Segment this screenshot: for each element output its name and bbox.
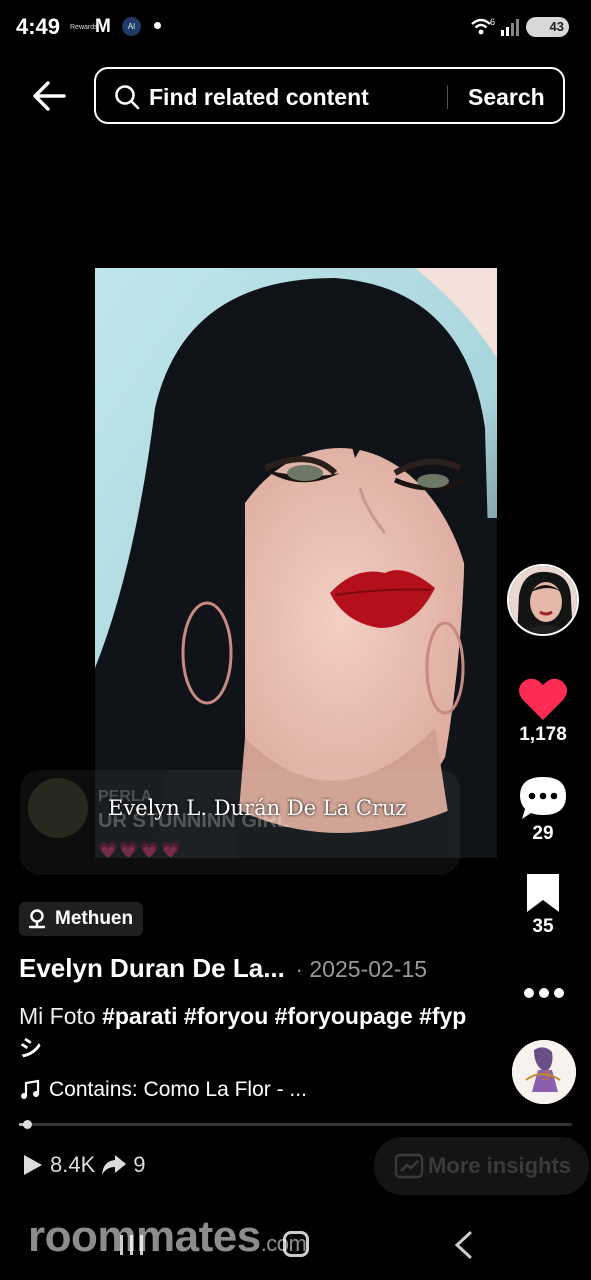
watermark: roommates.com (28, 1212, 307, 1262)
search-button[interactable]: Search (468, 84, 545, 111)
comment-popup: PERLA UR STUNNINN GIRL 💗💗💗💗 (20, 770, 460, 875)
music-note-icon (21, 1079, 40, 1099)
insights-chart-icon (394, 1153, 424, 1179)
search-bar[interactable]: Find related content Search (94, 67, 565, 124)
description-text: Mi Foto (19, 1003, 103, 1029)
comment-hearts: 💗💗💗💗 (98, 842, 182, 859)
commenter-avatar (28, 778, 88, 838)
more-insights-button[interactable]: More insights (374, 1137, 589, 1195)
video-progress-bar[interactable] (19, 1120, 572, 1129)
share-icon (102, 1155, 127, 1175)
nav-back-icon[interactable] (452, 1230, 474, 1260)
save-button[interactable]: 35 (507, 872, 579, 938)
battery-indicator: 43 (526, 17, 569, 37)
play-icon (24, 1155, 42, 1175)
creator-avatar[interactable] (507, 564, 579, 636)
play-count: 8.4K (50, 1152, 96, 1177)
save-count: 35 (532, 916, 554, 937)
sound-title: Contains: Como La Flor - ... (49, 1078, 307, 1101)
search-icon (115, 85, 140, 110)
gmail-icon: M (95, 16, 111, 37)
insights-label: More insights (428, 1153, 572, 1178)
svg-text:S: S (542, 1069, 550, 1083)
video-caption-overlay: Evelyn L. Durán De La Cruz (108, 796, 407, 820)
hashtag[interactable]: #foryoupage (275, 1003, 413, 1029)
location-pin-icon (28, 909, 46, 929)
watermark-brand: roommates (28, 1212, 261, 1261)
avatar-image (509, 566, 577, 634)
notification-dot-icon (154, 22, 161, 29)
location-tag[interactable]: Methuen (19, 902, 144, 936)
back-arrow-icon[interactable] (28, 75, 70, 117)
bookmark-icon (527, 874, 559, 912)
author-line: Evelyn Duran De La... · 2025-02-15 (19, 953, 427, 984)
sound-info[interactable]: Contains: Como La Flor - ... (19, 1078, 307, 1102)
comment-button[interactable]: 29 (507, 775, 579, 845)
search-input[interactable]: Find related content (149, 84, 369, 111)
network-type-label: 6 (490, 17, 495, 27)
post-date: · 2025-02-15 (295, 956, 428, 982)
status-time: 4:49 (16, 14, 61, 39)
share-count: 9 (133, 1152, 146, 1177)
more-options-icon[interactable] (522, 986, 566, 1000)
wifi-icon: 6 (471, 17, 495, 35)
author-name[interactable]: Evelyn Duran De La... (19, 953, 285, 983)
heart-icon (519, 678, 567, 720)
music-disc[interactable]: S (512, 1040, 576, 1104)
location-name: Methuen (55, 908, 134, 929)
status-bar: 4:49 Rewards M AI 6 43 (0, 0, 591, 56)
comment-icon (520, 777, 566, 819)
comment-count: 29 (532, 823, 554, 844)
hashtag[interactable]: #parati (102, 1003, 177, 1029)
post-description: Mi Foto #parati #foryou #foryoupage #fyp… (19, 1000, 489, 1064)
like-count: 1,178 (519, 724, 567, 745)
ai-icon: AI (122, 17, 141, 36)
signal-icon (501, 19, 519, 36)
sound-cover-image: S (512, 1040, 576, 1104)
progress-knob[interactable] (23, 1120, 33, 1129)
video-stats: 8.4K 9 (20, 1152, 146, 1178)
like-button[interactable]: 1,178 (507, 676, 579, 746)
search-divider (447, 85, 448, 109)
rewards-icon: Rewards (70, 24, 98, 31)
hashtag[interactable]: #foryou (184, 1003, 268, 1029)
watermark-suffix: .com (260, 1231, 307, 1256)
